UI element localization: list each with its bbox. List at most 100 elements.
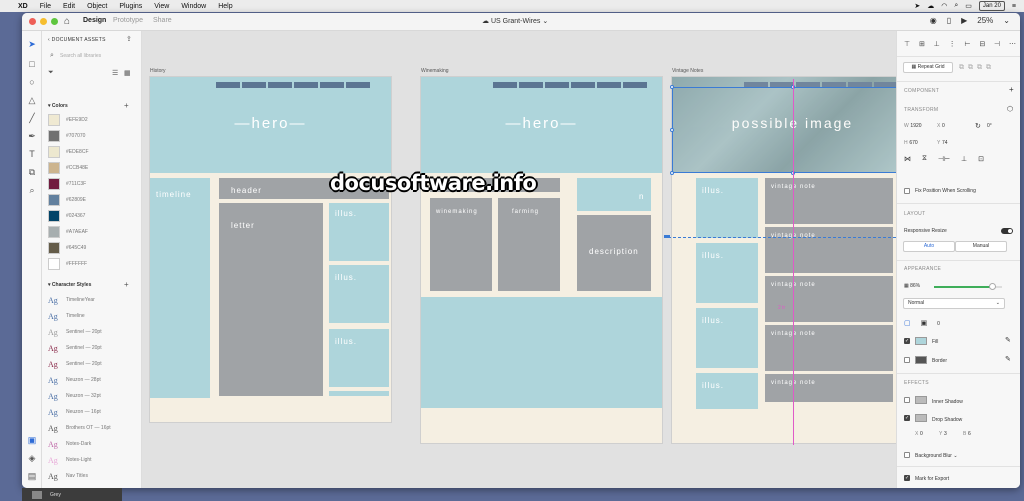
width-field[interactable]: W 1920 [904,123,922,129]
vintage-note-block[interactable]: vintage note [765,276,893,322]
close-window-button[interactable] [29,18,36,25]
menu-app-name[interactable]: XD [18,3,28,10]
fix-position-checkbox[interactable] [904,188,910,194]
layers-panel-icon[interactable]: ◈ [25,451,39,465]
farming-block[interactable]: farming [498,198,560,291]
fill-swatch[interactable] [915,337,927,345]
inner-shadow-swatch[interactable] [915,396,927,404]
share-users-icon[interactable]: ◉ [930,16,937,25]
character-style-item[interactable]: Ag Notes-Dark [48,437,91,451]
color-swatch-item[interactable]: #FFFFFF [48,257,87,271]
tab-design[interactable]: Design [83,17,106,24]
ellipse-tool-icon[interactable]: ○ [25,75,39,89]
eyedropper-icon[interactable]: ✎ [1005,336,1011,344]
wifi-icon[interactable]: ◠ [941,2,947,10]
opacity-field[interactable]: ▦ 86% [904,283,920,289]
document-title[interactable]: ☁ US Grant-Wires ⌄ [482,17,548,25]
select-tool-icon[interactable]: ➤ [25,37,39,51]
character-style-item[interactable]: Ag Timeline [48,309,85,323]
character-style-item[interactable]: Ag TimelineYear [48,293,95,307]
zoom-tool-icon[interactable]: ⌕ [25,183,39,197]
character-style-item[interactable]: Ag Neuzon — 16pt [48,405,101,419]
drop-shadow-swatch[interactable] [915,414,927,422]
illus-block[interactable]: illus. [696,178,758,238]
search-icon[interactable]: ⌕ [954,2,958,10]
color-swatch-item[interactable]: #EDE8CF [48,145,89,159]
drop-shadow-checkbox[interactable]: ✓ [904,415,910,421]
asset-search[interactable]: ⌕ Search all libraries [48,51,136,61]
color-swatch-item[interactable]: #024367 [48,209,85,223]
shadow-y-field[interactable]: Y 3 [939,431,947,437]
vintage-note-block[interactable]: vintage note [765,325,893,371]
design-canvas[interactable]: History —hero— timeline header letter il… [142,31,896,488]
menu-edit[interactable]: Edit [63,3,75,10]
zoom-level[interactable]: 25% [977,16,993,25]
distribute-v-spacing-icon[interactable]: ⊥ [961,155,967,163]
menu-view[interactable]: View [154,3,169,10]
auto-button[interactable]: Auto [903,241,955,252]
tab-share[interactable]: Share [153,17,172,24]
timeline-block[interactable]: timeline [150,178,210,398]
winemaking-block[interactable]: winemaking [430,198,492,291]
mark-for-export-checkbox[interactable]: ✓ [904,475,910,481]
display-icon[interactable]: ▭ [965,2,972,10]
distribute-h-icon[interactable]: ⋯ [1009,40,1016,48]
rotation-field[interactable]: 0° [987,123,992,129]
control-center-icon[interactable]: ≡ [1012,3,1016,10]
color-swatch-item[interactable]: #CCB48E [48,161,88,175]
resize-handle[interactable] [670,128,674,132]
add-character-style-icon[interactable]: + [124,280,129,289]
color-swatch-item[interactable]: #707070 [48,129,85,143]
upload-icon[interactable]: ⇪ [126,35,132,43]
align-top-icon[interactable]: ⊤ [904,40,910,48]
location-icon[interactable]: ➤ [914,2,920,10]
menu-file[interactable]: File [40,3,51,10]
assets-panel-icon[interactable]: ▣ [25,433,39,447]
selection-bounds[interactable] [672,87,896,173]
illus-block[interactable]: illus. [696,243,758,303]
align-bottom-icon[interactable]: ⊥ [934,40,940,48]
illus-block[interactable]: illus. [329,265,389,323]
repeat-grid-button[interactable]: ▦ Repeat Grid [903,62,953,73]
artboard-title-vintage-notes[interactable]: Vintage Notes [672,68,703,74]
height-field[interactable]: H 670 [904,140,918,146]
align-left-icon[interactable]: ⊢ [964,40,970,48]
grid-view-icon[interactable]: ▦ [124,69,131,77]
opacity-slider-knob[interactable] [989,283,997,290]
border-checkbox[interactable] [904,357,910,363]
zoom-chevron-icon[interactable]: ⌄ [1003,16,1010,25]
blend-mode-select[interactable]: Normal ⌄ [903,298,1005,309]
add-component-icon[interactable]: + [1009,85,1014,94]
line-tool-icon[interactable]: ╱ [25,111,39,125]
polygon-tool-icon[interactable]: △ [25,93,39,107]
zoom-window-button[interactable] [51,18,58,25]
align-right-icon[interactable]: ⊣ [994,40,1000,48]
fill-checkbox[interactable]: ✓ [904,338,910,344]
character-style-item[interactable]: Ag Sentinel — 20pt [48,325,102,339]
creative-cloud-icon[interactable]: ☁ [927,2,934,10]
illus-block[interactable] [329,391,389,396]
colors-section-header[interactable]: ▾ Colors + [48,101,136,110]
mobile-preview-icon[interactable]: ▯ [947,16,951,25]
add-color-icon[interactable]: + [124,101,129,110]
artboard-history[interactable]: —hero— timeline header letter illus. ill… [149,76,392,423]
artboard-title-winemaking[interactable]: Winemaking [421,68,449,74]
illus-block[interactable]: illus. [329,203,389,261]
pen-tool-icon[interactable]: ✒ [25,129,39,143]
align-center-icon[interactable]: ⊟ [979,40,985,48]
artboard-tool-icon[interactable]: ⧉ [25,165,39,179]
vintage-note-block[interactable]: vintage note [765,178,893,224]
color-swatch-item[interactable]: #A7AEAF [48,225,88,239]
color-swatch-item[interactable]: #645C49 [48,241,86,255]
flip-horizontal-icon[interactable]: ⋈ [904,155,911,163]
character-style-item[interactable]: Ag Neuzon — 28pt [48,373,101,387]
distribute-icon[interactable]: ⋮ [949,40,956,48]
teal-block[interactable]: n [577,178,651,211]
responsive-resize-toggle[interactable] [1001,228,1013,234]
menu-plugins[interactable]: Plugins [119,3,142,10]
letter-block[interactable]: letter [219,203,323,396]
character-style-item[interactable]: Ag Sentinel — 20pt [48,341,102,355]
hero-block[interactable]: —hero— [150,77,391,173]
align-middle-icon[interactable]: ⊞ [919,40,925,48]
character-style-item[interactable]: Ag Brothers OT — 16pt [48,421,111,435]
